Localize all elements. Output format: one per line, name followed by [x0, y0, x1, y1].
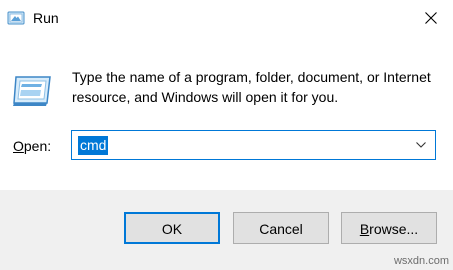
- open-label-text: pen:: [23, 138, 52, 154]
- close-button[interactable]: [409, 0, 453, 36]
- run-program-icon: [13, 76, 51, 106]
- watermark: wsxdn.com: [393, 255, 449, 267]
- close-icon: [425, 12, 437, 24]
- window-title: Run: [33, 10, 59, 26]
- dropdown-button[interactable]: [411, 135, 431, 155]
- open-label-mnemonic: O: [13, 138, 24, 154]
- open-combobox[interactable]: cmd: [71, 130, 436, 160]
- cancel-button[interactable]: Cancel: [233, 212, 329, 244]
- dialog-content: Type the name of a program, folder, docu…: [0, 36, 453, 190]
- browse-label: rowse...: [369, 221, 419, 237]
- button-bar: OK Cancel Browse... wsxdn.com: [0, 190, 453, 270]
- ok-button[interactable]: OK: [124, 212, 220, 244]
- open-label: Open:: [13, 136, 51, 156]
- dialog-description: Type the name of a program, folder, docu…: [72, 69, 431, 105]
- browse-button[interactable]: Browse...: [341, 212, 437, 244]
- title-bar[interactable]: Run: [0, 0, 453, 36]
- run-dialog: Run Type the name of a program, folder, …: [0, 0, 453, 270]
- chevron-down-icon: [416, 142, 426, 148]
- open-input[interactable]: cmd: [78, 136, 109, 155]
- browse-mnemonic: B: [359, 221, 370, 237]
- run-dialog-icon: [7, 11, 25, 25]
